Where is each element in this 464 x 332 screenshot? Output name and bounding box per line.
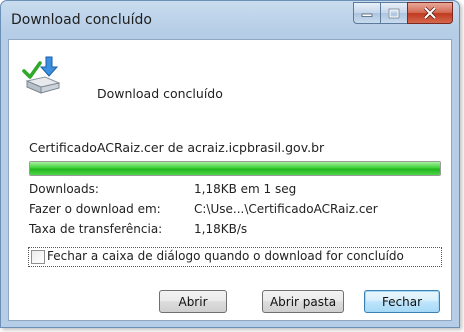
open-folder-button[interactable]: Abrir pasta [262,290,344,313]
close-button[interactable]: Fechar [364,290,440,313]
maximize-button[interactable] [380,2,407,24]
window-title: Download concluído [11,12,152,28]
close-on-complete-label[interactable]: Fechar a caixa de diálogo quando o downl… [47,249,404,263]
close-button-label: Fechar [381,294,423,309]
transfer-rate-value: 1,18KB/s [194,222,248,236]
transfer-rate-label: Taxa de transferência: [29,222,163,236]
download-location-label: Fazer o download em: [29,202,161,216]
minimize-icon [361,13,373,17]
progress-fill [30,162,440,175]
close-on-complete-option[interactable]: Fechar a caixa de diálogo quando o downl… [28,247,442,267]
header-text: Download concluído [97,86,223,101]
title-bar[interactable]: Download concluído [1,1,459,39]
download-location-value: C:\Use...\CertificadoACRaiz.cer [194,202,378,216]
open-button[interactable]: Abrir [159,290,227,313]
close-icon [423,7,437,19]
caption-buttons [353,2,453,24]
download-complete-icon [22,56,61,94]
minimize-button[interactable] [353,2,380,24]
download-filename: CertificadoACRaiz.cer de acraiz.icpbrasi… [29,140,325,155]
download-progress-bar [29,161,441,176]
close-on-complete-checkbox[interactable] [31,250,45,264]
open-folder-button-label: Abrir pasta [269,294,337,309]
maximize-icon [388,8,400,18]
open-button-label: Abrir [178,294,208,309]
downloads-value: 1,18KB em 1 seg [194,182,297,196]
close-window-button[interactable] [407,2,453,24]
dialog-content: Download concluído CertificadoACRaiz.cer… [8,39,452,321]
downloads-label: Downloads: [29,182,99,196]
download-dialog-window: Download concluído Download concluído Ce… [0,0,460,328]
